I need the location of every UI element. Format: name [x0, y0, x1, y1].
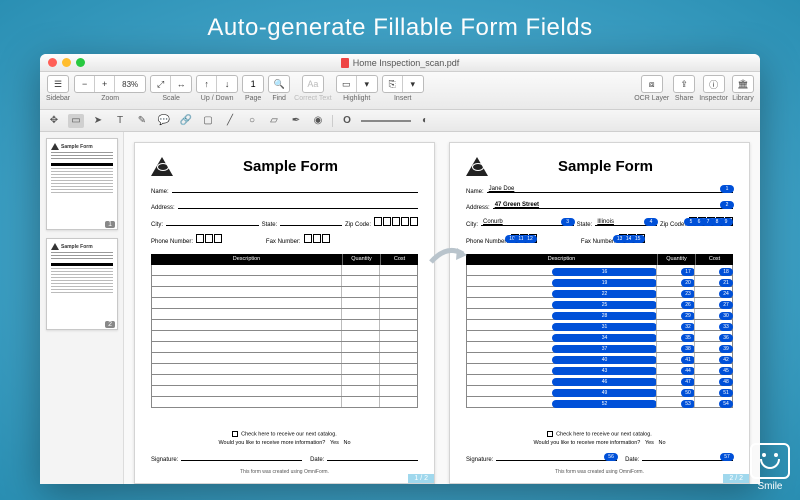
footer-text: This form was created using OmniForm. [466, 469, 733, 475]
stroke-slider[interactable] [361, 120, 411, 122]
page-indicator: 1 / 2 [408, 474, 434, 483]
pdf-icon [341, 58, 349, 68]
catalog-checkbox[interactable] [547, 431, 553, 437]
items-table: DescriptionQuantityCost [151, 254, 418, 425]
signature-field[interactable] [181, 453, 302, 461]
zoom-group[interactable]: −+83% Zoom [74, 75, 146, 102]
name-field[interactable]: Jane Doe1 [487, 185, 733, 193]
ocr-button[interactable]: ⧈ OCR Layer [634, 75, 669, 102]
signature-field[interactable]: 56 [496, 453, 617, 461]
page-indicator: 2 / 2 [723, 474, 749, 483]
highlight-button[interactable]: ▭▾ Highlight [336, 75, 378, 102]
pan-tool-icon[interactable]: ✥ [46, 114, 62, 128]
city-field[interactable] [166, 218, 259, 226]
zip-field[interactable]: 56789 [689, 217, 733, 226]
titlebar: Home Inspection_scan.pdf [40, 54, 760, 72]
form-title: Sample Form [183, 158, 398, 175]
date-field[interactable] [327, 453, 418, 461]
document-title: Home Inspection_scan.pdf [353, 58, 460, 68]
annotation-toolbar: ✥ ▭ ➤ T ✎ 💬 🔗 ▢ ╱ ○ ▱ ✒ ◉ O ◐ [40, 110, 760, 132]
circle-tool-icon[interactable]: O [339, 114, 355, 128]
stamp-tool-icon[interactable]: ◉ [310, 114, 326, 128]
scale-group[interactable]: ⤢↔ Scale [150, 75, 192, 102]
brand-logo: Smile [750, 443, 790, 492]
page-input[interactable] [242, 75, 264, 93]
smile-icon [750, 443, 790, 479]
thumb-scrollbar[interactable] [46, 478, 124, 482]
phone-field[interactable] [196, 234, 222, 243]
comment-tool-icon[interactable]: 💬 [156, 114, 172, 128]
updown-group[interactable]: ↑↓ Up / Down [196, 75, 238, 102]
line-tool-icon[interactable]: ╱ [222, 114, 238, 128]
address-field[interactable]: 47 Green Street2 [493, 201, 733, 209]
form-logo-icon [466, 157, 488, 176]
items-table: DescriptionQuantityCost 161718 192021 22… [466, 254, 733, 425]
state-field[interactable]: Illinois4 [595, 218, 657, 226]
page-right: Sample Form Name:Jane Doe1 Address:47 Gr… [449, 142, 750, 484]
shape-tool-icon[interactable]: ▢ [200, 114, 216, 128]
oval-tool-icon[interactable]: ○ [244, 114, 260, 128]
fill-color-icon[interactable]: ◐ [417, 114, 433, 128]
window-title: Home Inspection_scan.pdf [40, 58, 760, 68]
form-logo-icon [151, 157, 173, 176]
footer-text: This form was created using OmniForm. [151, 469, 418, 475]
note-tool-icon[interactable]: ✎ [134, 114, 150, 128]
pointer-tool-icon[interactable]: ➤ [90, 114, 106, 128]
thumbnail-1[interactable]: Sample Form 1 [46, 138, 117, 230]
address-field[interactable] [178, 201, 418, 209]
city-field[interactable]: Conurb3 [481, 218, 574, 226]
form-title: Sample Form [498, 158, 713, 175]
text-tool-icon[interactable]: T [112, 114, 128, 128]
inspector-button[interactable]: ⓘ Inspector [699, 75, 728, 102]
find-button[interactable]: 🔍 Find [268, 75, 290, 102]
polygon-tool-icon[interactable]: ▱ [266, 114, 282, 128]
thumbnail-sidebar: Sample Form 1 Sample Form 2 [40, 132, 124, 484]
sign-tool-icon[interactable]: ✒ [288, 114, 304, 128]
fax-field[interactable]: 131415 [619, 234, 645, 243]
select-tool-icon[interactable]: ▭ [68, 114, 84, 128]
catalog-checkbox[interactable] [232, 431, 238, 437]
document-canvas: Sample Form Name: Address: City: State: … [124, 132, 760, 484]
name-field[interactable] [172, 185, 418, 193]
hero-title: Auto-generate Fillable Form Fields [0, 0, 800, 52]
link-tool-icon[interactable]: 🔗 [178, 114, 194, 128]
state-field[interactable] [280, 218, 342, 226]
thumbnail-2[interactable]: Sample Form 2 [46, 238, 117, 330]
share-button[interactable]: ⇪ Share [673, 75, 695, 102]
zip-field[interactable] [374, 217, 418, 226]
date-field[interactable]: 57 [642, 453, 733, 461]
main-toolbar: ☰ Sidebar −+83% Zoom ⤢↔ Scale ↑↓ Up / Do… [40, 72, 760, 110]
insert-button[interactable]: ⎘▾ Insert [382, 75, 424, 102]
correct-text-button[interactable]: Aa Correct Text [294, 75, 332, 102]
content-area: Sample Form 1 Sample Form 2 [40, 132, 760, 484]
fax-field[interactable] [304, 234, 330, 243]
sidebar-toggle[interactable]: ☰ Sidebar [46, 75, 70, 102]
page-field[interactable]: Page [242, 75, 264, 102]
phone-field[interactable]: 101112 [511, 234, 537, 243]
page-left: Sample Form Name: Address: City: State: … [134, 142, 435, 484]
library-button[interactable]: 🏛 Library [732, 75, 754, 102]
app-window: Home Inspection_scan.pdf ☰ Sidebar −+83%… [40, 54, 760, 484]
